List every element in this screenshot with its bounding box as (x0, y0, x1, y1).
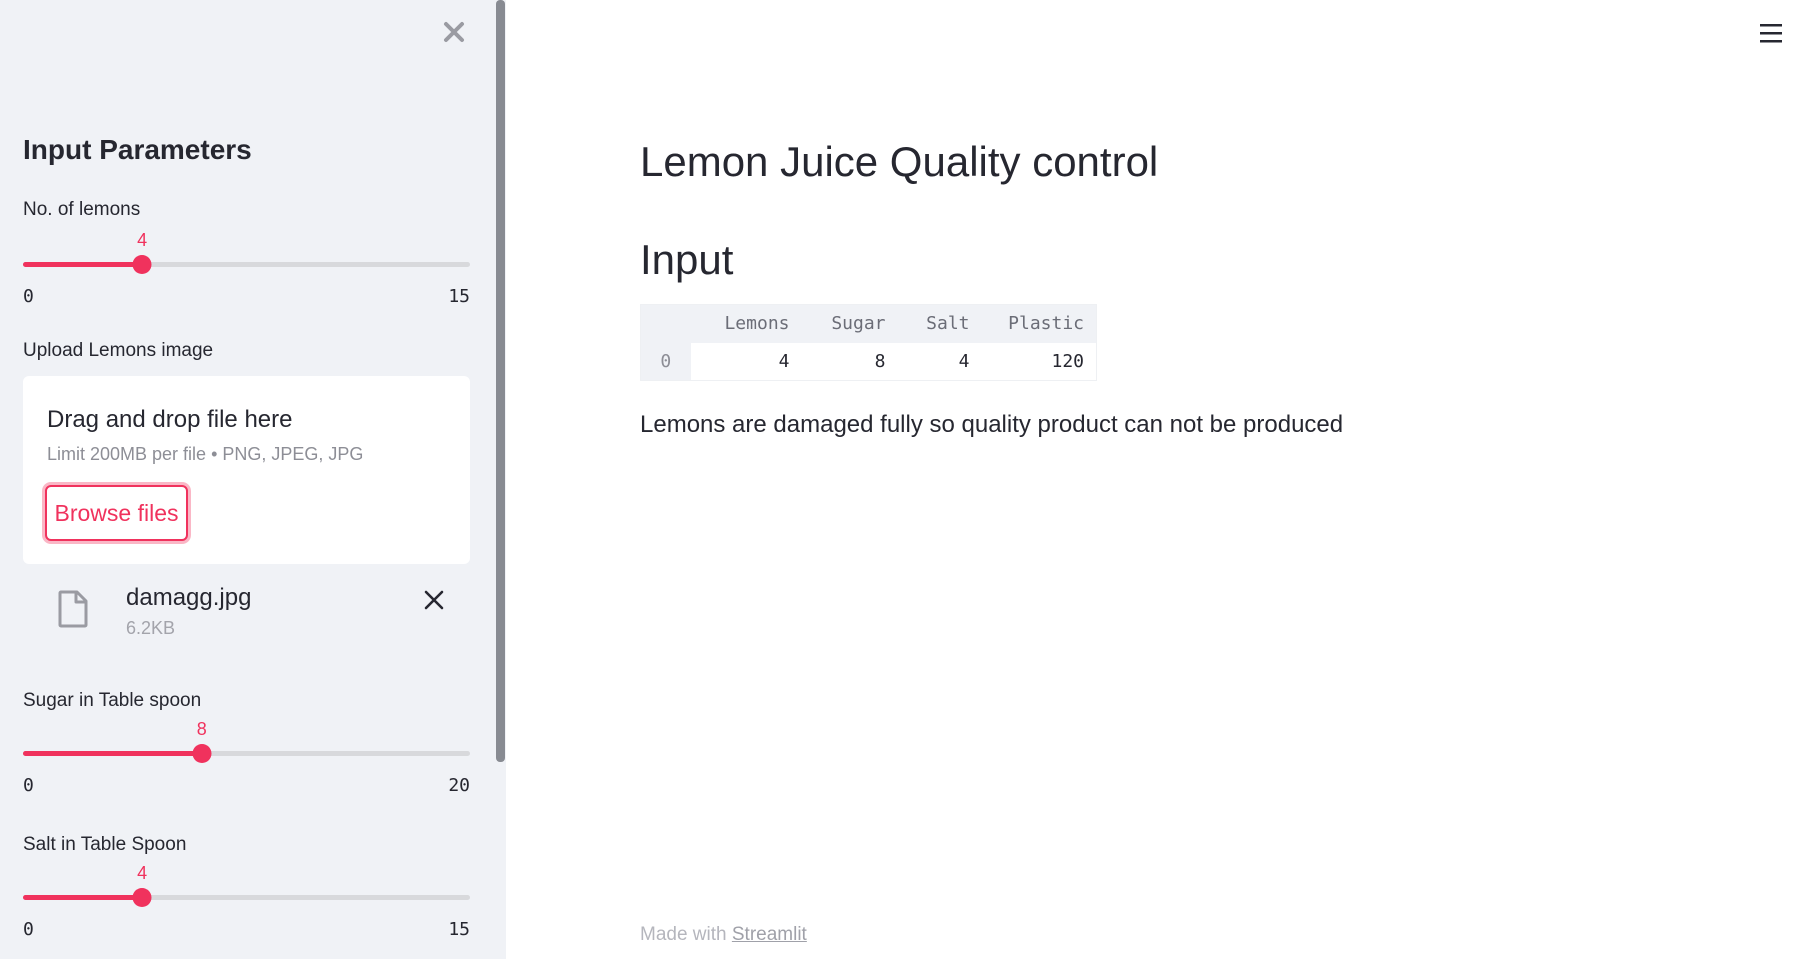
input-subheader: Input (640, 236, 734, 283)
slider-thumb[interactable] (132, 255, 152, 274)
browse-files-button[interactable]: Browse files (45, 485, 188, 541)
slider-value: 8 (196, 719, 207, 739)
slider-thumb[interactable] (192, 744, 212, 763)
table-row: 0 4 8 4 120 (640, 342, 1097, 381)
uploaded-file-size: 6.2KB (126, 618, 176, 638)
slider-max: 15 (448, 919, 470, 940)
column-header[interactable]: Plastic (981, 304, 1097, 343)
row-index: 0 (640, 342, 691, 381)
column-header[interactable]: Lemons (690, 304, 802, 343)
salt-slider-label: Salt in Table Spoon (23, 834, 187, 855)
slider-min: 0 (23, 286, 34, 307)
slider-fill (23, 895, 143, 900)
dropzone-limit: Limit 200MB per file • PNG, JPEG, JPG (47, 444, 364, 464)
slider-fill (23, 262, 143, 267)
dropzone-instructions: Drag and drop file here (47, 406, 293, 433)
uploaded-file: damagg.jpg 6.2KB (23, 580, 470, 650)
index-header (640, 304, 691, 343)
main-menu-button[interactable] (1752, 20, 1788, 50)
table-header-row: Lemons Sugar Salt Plastic (640, 304, 1097, 343)
column-header[interactable]: Sugar (801, 304, 898, 343)
column-header[interactable]: Salt (897, 304, 982, 343)
slider-value: 4 (137, 230, 148, 250)
sidebar-title: Input Parameters (23, 134, 252, 165)
salt-slider[interactable]: 4 0 15 (23, 863, 470, 943)
lemons-slider[interactable]: 4 0 15 (23, 230, 470, 310)
uploaded-file-name: damagg.jpg (126, 584, 252, 611)
table-cell[interactable]: 4 (897, 342, 982, 381)
slider-max: 15 (448, 286, 470, 307)
file-icon (58, 590, 88, 628)
table-cell[interactable]: 120 (981, 342, 1097, 381)
slider-thumb[interactable] (132, 888, 152, 907)
sidebar-scrollbar-thumb[interactable] (496, 0, 505, 762)
lemons-slider-label: No. of lemons (23, 199, 141, 220)
table-cell[interactable]: 8 (801, 342, 898, 381)
file-dropzone[interactable]: Drag and drop file here Limit 200MB per … (23, 376, 470, 564)
result-message: Lemons are damaged fully so quality prod… (640, 411, 1344, 438)
close-icon (444, 22, 464, 42)
footer: Made with Streamlit (640, 924, 807, 946)
remove-file-button[interactable] (419, 585, 449, 615)
uploader-label: Upload Lemons image (23, 340, 214, 361)
slider-max: 20 (448, 775, 470, 796)
slider-min: 0 (23, 775, 34, 796)
table-cell[interactable]: 4 (690, 342, 802, 381)
slider-value: 4 (137, 863, 148, 883)
footer-prefix: Made with (640, 924, 732, 945)
sugar-slider-label: Sugar in Table spoon (23, 690, 202, 711)
slider-min: 0 (23, 919, 34, 940)
streamlit-link[interactable]: Streamlit (732, 924, 807, 945)
close-sidebar-button[interactable] (437, 15, 471, 49)
remove-file-icon (424, 590, 444, 610)
input-dataframe: Lemons Sugar Salt Plastic 0 4 8 4 120 (640, 304, 1097, 381)
sidebar: Input Parameters No. of lemons 4 0 15 Up… (0, 0, 506, 959)
sugar-slider[interactable]: 8 0 20 (23, 719, 470, 799)
page-title: Lemon Juice Quality control (640, 138, 1159, 185)
slider-fill (23, 751, 202, 756)
hamburger-menu-icon (1760, 24, 1782, 43)
